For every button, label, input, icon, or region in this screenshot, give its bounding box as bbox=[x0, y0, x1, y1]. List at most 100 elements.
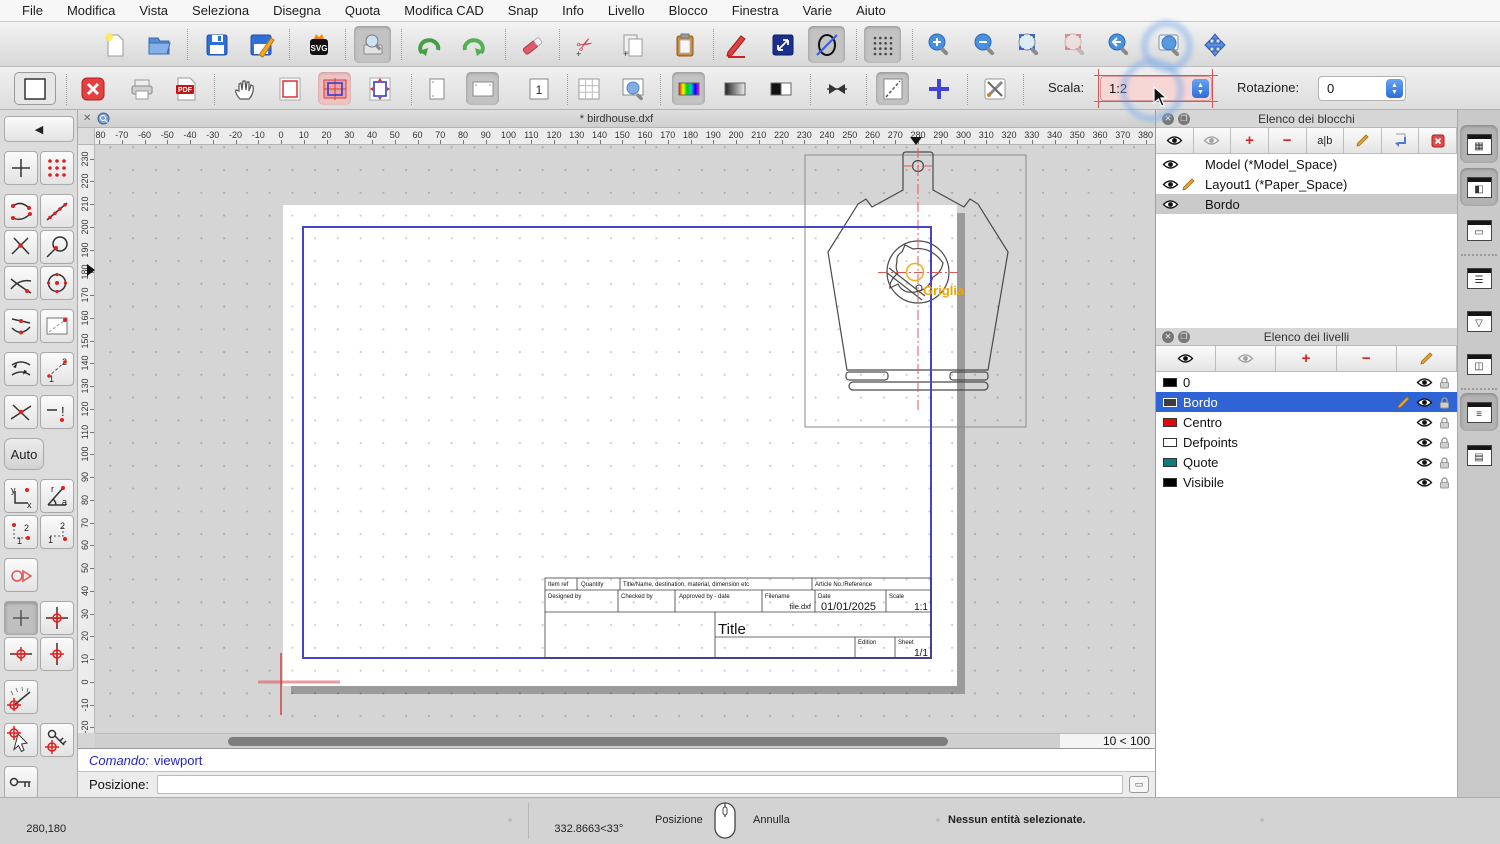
delete-button[interactable] bbox=[514, 26, 551, 63]
save-as-button[interactable] bbox=[242, 26, 279, 63]
zoom-page-button[interactable] bbox=[616, 72, 649, 105]
multi-page-button[interactable] bbox=[572, 72, 605, 105]
snap-coordinate-polar-button[interactable]: ra bbox=[40, 479, 74, 513]
menu-livello[interactable]: Livello bbox=[596, 0, 657, 22]
snap-intersection-manual-button[interactable] bbox=[4, 395, 38, 429]
layer-row[interactable]: Bordo bbox=[1156, 392, 1457, 412]
layer-row[interactable]: Defpoints bbox=[1156, 432, 1457, 452]
layer-visibility[interactable] bbox=[1416, 437, 1433, 448]
menu-seleziona[interactable]: Seleziona bbox=[180, 0, 261, 22]
command-detach-button[interactable]: ▭ bbox=[1129, 776, 1149, 793]
new-file-button[interactable] bbox=[96, 26, 133, 63]
block-row[interactable]: Bordo bbox=[1156, 194, 1457, 214]
snap-middle-button[interactable] bbox=[4, 309, 38, 343]
layer-row[interactable]: Quote bbox=[1156, 452, 1457, 472]
snap-select-reference-button[interactable] bbox=[4, 723, 38, 757]
pan-button[interactable] bbox=[1196, 26, 1233, 63]
pdf-export-button[interactable]: PDF bbox=[169, 72, 202, 105]
menu-vista[interactable]: Vista bbox=[127, 0, 180, 22]
print-preview-button[interactable] bbox=[354, 26, 391, 63]
dock-property-editor-button[interactable]: ▤ bbox=[1460, 436, 1498, 474]
snap-free-button[interactable] bbox=[4, 151, 38, 185]
layer-hide-all-button[interactable] bbox=[1216, 346, 1276, 371]
grayscale-button[interactable] bbox=[718, 72, 751, 105]
snap-restrict-vertical-button[interactable] bbox=[40, 637, 74, 671]
snap-auto-button[interactable]: Auto bbox=[4, 438, 44, 470]
close-preview-button[interactable] bbox=[76, 72, 109, 105]
menu-snap[interactable]: Snap bbox=[496, 0, 550, 22]
block-row[interactable]: Layout1 (*Paper_Space) bbox=[1156, 174, 1457, 194]
block-insert-button[interactable] bbox=[1382, 128, 1420, 153]
cut-button[interactable]: ✂+ bbox=[566, 26, 603, 63]
dock-block-list-button[interactable]: ▦ bbox=[1460, 125, 1498, 163]
layer-visibility[interactable] bbox=[1416, 477, 1433, 488]
viewport-paper-button[interactable] bbox=[318, 72, 351, 105]
layer-lock[interactable] bbox=[1439, 416, 1450, 429]
layer-row[interactable]: 0 bbox=[1156, 372, 1457, 392]
dock-command-line-button[interactable]: ≡ bbox=[1460, 393, 1498, 431]
menu-varie[interactable]: Varie bbox=[791, 0, 844, 22]
save-button[interactable] bbox=[198, 26, 235, 63]
snap-angle-measure-button[interactable] bbox=[4, 680, 38, 714]
zoom-selection-button[interactable] bbox=[1056, 26, 1093, 63]
snap-coordinate-cartesian-button[interactable]: yx bbox=[4, 479, 38, 513]
ellipse-tool-button[interactable] bbox=[808, 26, 845, 63]
block-show-all-button[interactable] bbox=[1156, 128, 1194, 153]
block-visibility[interactable] bbox=[1161, 179, 1179, 190]
points-display-button[interactable] bbox=[922, 72, 955, 105]
lineweight-button[interactable] bbox=[820, 72, 853, 105]
menu-file[interactable]: File bbox=[10, 0, 55, 22]
block-rename-button[interactable]: a|b bbox=[1307, 128, 1345, 153]
snap-restrict-horizontal-button[interactable] bbox=[4, 637, 38, 671]
snap-endpoints-button[interactable] bbox=[4, 194, 38, 228]
drawing-canvas[interactable]: Item ref Quantity Title/Name, destinatio… bbox=[95, 145, 1155, 733]
zoom-auto-button[interactable] bbox=[1010, 26, 1047, 63]
full-color-button[interactable] bbox=[672, 72, 705, 105]
snap-center-button[interactable] bbox=[40, 266, 74, 300]
snap-relative-zero-lock-button[interactable] bbox=[4, 766, 38, 797]
block-edit-button[interactable] bbox=[1344, 128, 1382, 153]
open-file-button[interactable] bbox=[140, 26, 177, 63]
black-white-button[interactable] bbox=[764, 72, 797, 105]
grid-toggle-button[interactable] bbox=[864, 26, 901, 63]
snap-lock-relative-zero-target-button[interactable] bbox=[40, 723, 74, 757]
layer-lock[interactable] bbox=[1439, 396, 1450, 409]
rotation-spinner[interactable]: ▲▼ bbox=[1386, 79, 1403, 98]
menu-info[interactable]: Info bbox=[550, 0, 596, 22]
layer-lock[interactable] bbox=[1439, 456, 1450, 469]
snap-restrict-orthogonal-button[interactable] bbox=[40, 601, 74, 635]
layer-lock[interactable] bbox=[1439, 376, 1450, 389]
layer-show-all-button[interactable] bbox=[1156, 346, 1216, 371]
landscape-button[interactable] bbox=[466, 72, 499, 105]
zoom-window-button[interactable] bbox=[1150, 26, 1187, 63]
snap-on-entity-points-button[interactable] bbox=[40, 194, 74, 228]
snap-relative-12-a-button[interactable]: 12 bbox=[4, 515, 38, 549]
block-delete-button[interactable] bbox=[1419, 128, 1457, 153]
snap-grid-button[interactable] bbox=[40, 151, 74, 185]
layer-visibility[interactable] bbox=[1416, 417, 1433, 428]
dock-viewport-button[interactable]: ▭ bbox=[1460, 211, 1498, 249]
redo-button[interactable] bbox=[455, 26, 492, 63]
horizontal-scrollbar[interactable] bbox=[228, 737, 948, 746]
draft-mode-button[interactable] bbox=[876, 72, 909, 105]
zoom-out-button[interactable] bbox=[966, 26, 1003, 63]
menu-modifica-cad[interactable]: Modifica CAD bbox=[392, 0, 495, 22]
zoom-in-button[interactable] bbox=[920, 26, 957, 63]
copy-button[interactable]: + bbox=[614, 26, 651, 63]
page-count-button[interactable]: 1 bbox=[522, 72, 555, 105]
block-visibility[interactable] bbox=[1161, 159, 1179, 170]
draw-pencil-button[interactable] bbox=[718, 26, 755, 63]
command-line[interactable]: Comando: viewport bbox=[78, 748, 1155, 771]
snap-reference-button[interactable] bbox=[40, 309, 74, 343]
layer-remove-button[interactable]: − bbox=[1337, 346, 1397, 371]
panel-close-icon[interactable]: ✕ bbox=[1162, 113, 1174, 125]
menu-modifica[interactable]: Modifica bbox=[55, 0, 127, 22]
block-remove-button[interactable]: − bbox=[1269, 128, 1307, 153]
menu-aiuto[interactable]: Aiuto bbox=[844, 0, 898, 22]
svg-export-button[interactable]: SVG bbox=[300, 26, 337, 63]
panel-close-icon[interactable]: ✕ bbox=[1162, 331, 1174, 343]
settings-tools-button[interactable] bbox=[978, 72, 1011, 105]
rotation-combo[interactable]: 0 ▲▼ bbox=[1318, 76, 1406, 101]
block-row[interactable]: Model (*Model_Space) bbox=[1156, 154, 1457, 174]
snap-ortho-shape-button[interactable] bbox=[4, 558, 38, 592]
